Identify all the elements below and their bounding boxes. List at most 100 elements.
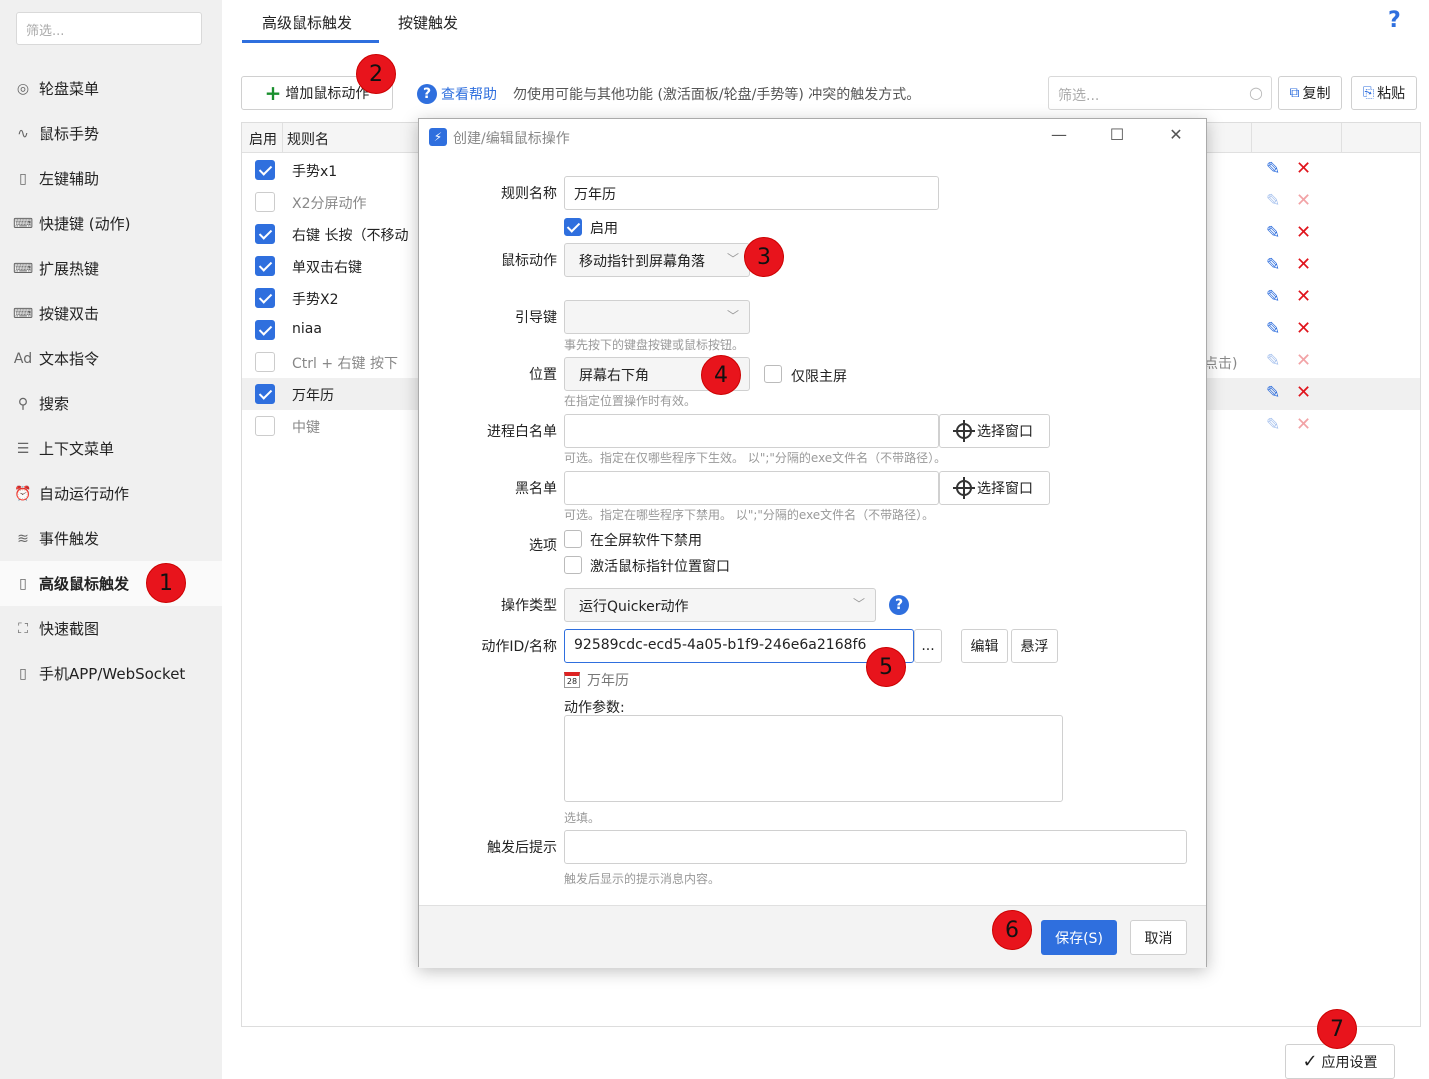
pencil-icon[interactable]: ✎ bbox=[1266, 287, 1280, 307]
copy-button[interactable]: ⧉ 复制 bbox=[1278, 76, 1342, 110]
row-enabled-checkbox[interactable] bbox=[255, 352, 275, 372]
sidebar-item[interactable]: ∿ 鼠标手势 bbox=[0, 111, 222, 156]
cancel-button[interactable]: 取消 bbox=[1130, 920, 1187, 955]
row-enabled-checkbox[interactable] bbox=[255, 256, 275, 276]
row-enabled-checkbox[interactable] bbox=[255, 320, 275, 340]
enabled-checkbox[interactable] bbox=[564, 218, 582, 236]
delete-icon[interactable]: ✕ bbox=[1296, 190, 1311, 211]
help-icon[interactable]: ? bbox=[1388, 8, 1401, 33]
pencil-icon[interactable]: ✎ bbox=[1266, 223, 1280, 243]
pencil-icon[interactable]: ✎ bbox=[1266, 191, 1280, 211]
float-action-button[interactable]: 悬浮 bbox=[1011, 629, 1058, 663]
pencil-icon[interactable]: ✎ bbox=[1266, 255, 1280, 275]
pencil-icon[interactable]: ✎ bbox=[1266, 351, 1280, 371]
fullscreen-disable-checkbox[interactable] bbox=[564, 530, 582, 548]
row-enabled-checkbox[interactable] bbox=[255, 384, 275, 404]
row-rule-name: 单双击右键 bbox=[292, 260, 362, 276]
delete-icon[interactable]: ✕ bbox=[1296, 414, 1311, 435]
op-type-value: 运行Quicker动作 bbox=[579, 599, 689, 615]
edit-action-button[interactable]: 编辑 bbox=[961, 629, 1008, 663]
sidebar-item-icon: ☰ bbox=[16, 440, 30, 457]
step-badge-2: 2 bbox=[356, 54, 396, 94]
select-window-label: 选择窗口 bbox=[977, 424, 1033, 440]
delete-icon[interactable]: ✕ bbox=[1296, 318, 1311, 339]
row-extra-text: 点击) bbox=[1204, 356, 1238, 372]
edit-mouse-dialog: ⚡ 创建/编辑鼠标操作 — ☐ ✕ 规则名称 万年历 启用 鼠标动作 移动指针到… bbox=[418, 118, 1207, 968]
whitelist-select-window-button[interactable]: 选择窗口 bbox=[939, 414, 1050, 448]
close-icon[interactable]: ✕ bbox=[1161, 125, 1191, 144]
sidebar-item[interactable]: ▯ 左键辅助 bbox=[0, 156, 222, 201]
row-enabled-checkbox[interactable] bbox=[255, 224, 275, 244]
pencil-icon[interactable]: ✎ bbox=[1266, 159, 1280, 179]
delete-icon[interactable]: ✕ bbox=[1296, 382, 1311, 403]
whitelist-input[interactable] bbox=[564, 414, 939, 448]
delete-icon[interactable]: ✕ bbox=[1296, 254, 1311, 275]
sidebar-item-icon: ⏰ bbox=[14, 485, 32, 502]
sidebar-item-icon: ▯ bbox=[19, 575, 27, 592]
paste-button[interactable]: ⎘ 粘贴 bbox=[1351, 76, 1417, 110]
delete-icon[interactable]: ✕ bbox=[1296, 350, 1311, 371]
pencil-icon[interactable]: ✎ bbox=[1266, 415, 1280, 435]
pencil-icon[interactable]: ✎ bbox=[1266, 383, 1280, 403]
row-enabled-checkbox[interactable] bbox=[255, 416, 275, 436]
position-value: 屏幕右下角 bbox=[579, 368, 649, 384]
mouse-action-label: 鼠标动作 bbox=[501, 253, 557, 269]
sidebar-item[interactable]: ◎ 轮盘菜单 bbox=[0, 66, 222, 111]
blacklist-input[interactable] bbox=[564, 471, 939, 505]
step-badge-5: 5 bbox=[866, 647, 906, 687]
copy-label: 复制 bbox=[1302, 86, 1331, 102]
row-enabled-checkbox[interactable] bbox=[255, 288, 275, 308]
op-type-help-icon[interactable]: ? bbox=[889, 595, 909, 615]
sidebar-item-icon: ◎ bbox=[16, 80, 30, 97]
mouse-action-select[interactable]: 移动指针到屏幕角落 ﹀ bbox=[564, 243, 750, 277]
row-enabled-checkbox[interactable] bbox=[255, 160, 275, 180]
primary-screen-checkbox[interactable] bbox=[764, 365, 782, 383]
apply-settings-button[interactable]: ✓ 应用设置 bbox=[1285, 1044, 1395, 1079]
minimize-icon[interactable]: — bbox=[1044, 125, 1074, 144]
sidebar-item-icon: ▯ bbox=[19, 665, 27, 682]
after-tip-input[interactable] bbox=[564, 830, 1187, 864]
tab-key-trigger[interactable]: 按键触发 bbox=[398, 0, 458, 44]
blacklist-label: 黑名单 bbox=[515, 481, 557, 497]
row-enabled-checkbox[interactable] bbox=[255, 192, 275, 212]
tab-advanced-mouse[interactable]: 高级鼠标触发 bbox=[262, 0, 352, 44]
after-tip-label: 触发后提示 bbox=[487, 840, 557, 856]
search-icon: ○ bbox=[1249, 83, 1263, 102]
blacklist-select-window-button[interactable]: 选择窗口 bbox=[939, 471, 1050, 505]
sidebar-item[interactable]: ☰ 上下文菜单 bbox=[0, 426, 222, 471]
sidebar-item[interactable]: ⛶ 快速截图 bbox=[0, 606, 222, 651]
rule-name-input[interactable]: 万年历 bbox=[564, 176, 939, 210]
action-params-textarea[interactable] bbox=[564, 715, 1063, 802]
op-type-label: 操作类型 bbox=[501, 598, 557, 614]
more-button[interactable]: ... bbox=[914, 629, 942, 663]
action-id-input[interactable]: 92589cdc-ecd5-4a05-b1f9-246e6a2168f6 bbox=[564, 629, 914, 663]
row-rule-name: 万年历 bbox=[292, 388, 334, 404]
fullscreen-disable-label: 在全屏软件下禁用 bbox=[590, 533, 702, 549]
help-link[interactable]: ? 查看帮助 bbox=[417, 84, 497, 104]
delete-icon[interactable]: ✕ bbox=[1296, 222, 1311, 243]
action-id-label: 动作ID/名称 bbox=[481, 639, 557, 655]
sidebar-item[interactable]: Ad 文本指令 bbox=[0, 336, 222, 381]
sidebar-item[interactable]: ⚲ 搜索 bbox=[0, 381, 222, 426]
delete-icon[interactable]: ✕ bbox=[1296, 286, 1311, 307]
sidebar-item[interactable]: ⌨ 扩展热键 bbox=[0, 246, 222, 291]
sidebar-item[interactable]: ⏰ 自动运行动作 bbox=[0, 471, 222, 516]
sidebar-filter-input[interactable]: 筛选... bbox=[16, 12, 202, 45]
sidebar-item[interactable]: ⌨ 快捷键 (动作) bbox=[0, 201, 222, 246]
rule-filter-input[interactable]: 筛选... ○ bbox=[1048, 76, 1272, 110]
maximize-icon[interactable]: ☐ bbox=[1102, 125, 1132, 144]
sidebar-item-label: 搜索 bbox=[39, 395, 70, 413]
lead-key-select[interactable]: ﹀ bbox=[564, 300, 750, 334]
pencil-icon[interactable]: ✎ bbox=[1266, 319, 1280, 339]
save-button[interactable]: 保存(S) bbox=[1041, 920, 1117, 955]
row-rule-name: 右键 长按（不移动 bbox=[292, 228, 409, 244]
sidebar-item-label: 快捷键 (动作) bbox=[39, 215, 131, 233]
sidebar-item[interactable]: ⌨ 按键双击 bbox=[0, 291, 222, 336]
sidebar-item[interactable]: ▯ 高级鼠标触发 bbox=[0, 561, 222, 606]
activate-window-checkbox[interactable] bbox=[564, 556, 582, 574]
sidebar-item[interactable]: ≋ 事件触发 bbox=[0, 516, 222, 561]
sidebar-item[interactable]: ▯ 手机APP/WebSocket bbox=[0, 651, 222, 696]
delete-icon[interactable]: ✕ bbox=[1296, 158, 1311, 179]
op-type-select[interactable]: 运行Quicker动作 ﹀ bbox=[564, 588, 876, 622]
dialog-title: 创建/编辑鼠标操作 bbox=[453, 131, 570, 147]
